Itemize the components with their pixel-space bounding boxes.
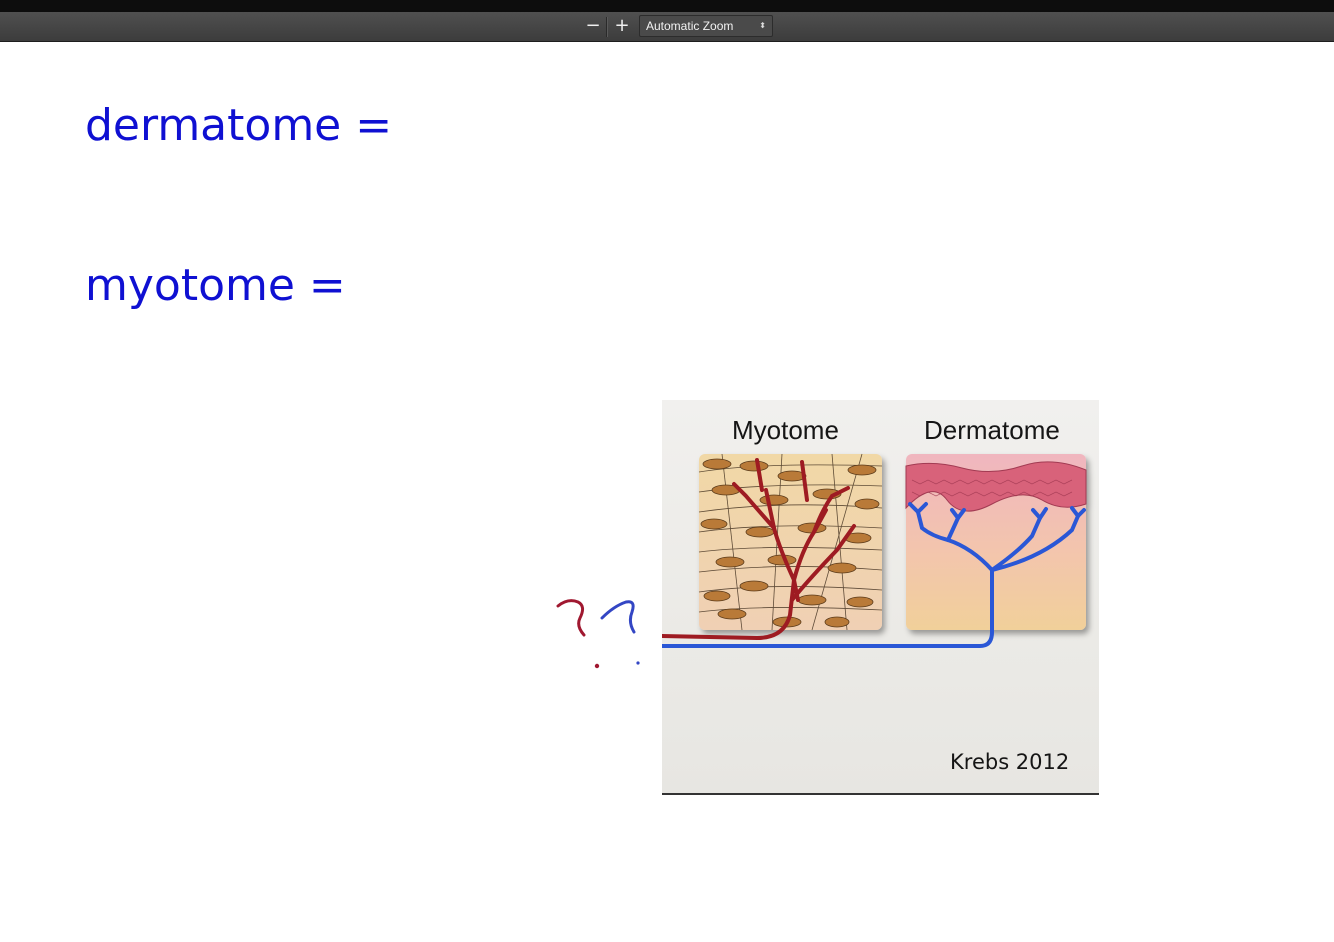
viewer-toolbar: − + Automatic Zoom ⬍ [0,12,1334,42]
figure-credit: Krebs 2012 [950,750,1070,774]
label-dermatome: Dermatome [924,415,1060,445]
toolbar-separator [606,17,608,37]
nerve-figure: Myotome Dermatome Krebs 2012 [662,400,1099,795]
zoom-select[interactable]: Automatic Zoom ⬍ [639,15,773,37]
select-arrows-icon: ⬍ [759,21,766,30]
figure-illustration [662,453,1087,648]
zoom-select-value: Automatic Zoom [646,19,734,33]
heading-myotome: myotome = [85,260,346,311]
window-top-strip [0,0,1334,12]
handwritten-question-marks [556,599,640,669]
zoom-in-button[interactable]: + [609,15,635,37]
heading-dermatome: dermatome = [85,100,393,151]
zoom-out-button[interactable]: − [580,15,606,37]
label-myotome: Myotome [732,415,839,445]
